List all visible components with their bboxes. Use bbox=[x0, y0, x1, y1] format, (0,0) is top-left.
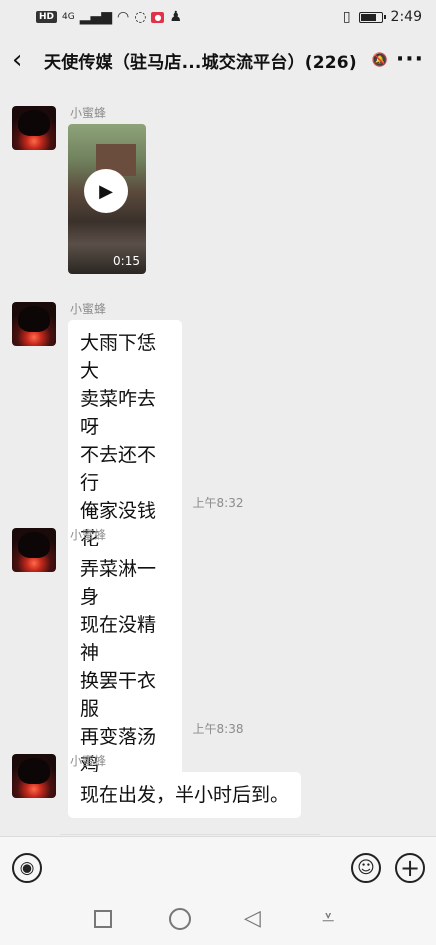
message-line: 大雨下恁大 bbox=[80, 332, 157, 382]
more-button[interactable]: ··· bbox=[396, 49, 424, 71]
recent-apps-icon[interactable] bbox=[94, 910, 112, 928]
message-line: 卖菜咋去呀 bbox=[80, 388, 157, 438]
sender-name: 小蜜蜂 bbox=[70, 528, 107, 542]
video-duration: 0:15 bbox=[113, 254, 140, 268]
message-line: 换罢干衣服 bbox=[80, 670, 157, 720]
chat-title: 天使传媒（驻马店...城交流平台）(226) bbox=[44, 52, 357, 73]
bell-muted-icon: 🔕 bbox=[371, 52, 388, 68]
avatar[interactable] bbox=[12, 754, 56, 798]
sender-name: 小蜜蜂 bbox=[70, 302, 107, 316]
sender-name: 小蜜蜂 bbox=[70, 106, 107, 120]
status-bar: HD 4G ▂▄▆ ◠ ◌ ● ♟ ▯ 2:49 bbox=[0, 0, 436, 34]
chevron-left-icon[interactable]: ‹ bbox=[12, 47, 38, 73]
message-line: 现在出发，半小时后到。 bbox=[80, 784, 290, 806]
system-nav-bar: ◁ ⩡ bbox=[0, 898, 436, 945]
plus-icon[interactable]: + bbox=[395, 853, 425, 883]
message-line: 现在没精神 bbox=[80, 614, 157, 664]
app-badge-icon: ● bbox=[151, 11, 165, 23]
message-line: 不去还不行 bbox=[80, 444, 157, 494]
avatar[interactable] bbox=[12, 302, 56, 346]
play-icon[interactable]: ▶ bbox=[84, 169, 128, 213]
chat-header: ‹ 天使传媒（驻马店...城交流平台）(226) 🔕 ··· bbox=[0, 38, 436, 82]
smile-icon[interactable]: ☺ bbox=[351, 853, 381, 883]
time-label: 上午8:38 bbox=[192, 722, 244, 736]
message-item: 小蜜蜂 现在出发，半小时后到。 bbox=[12, 754, 302, 818]
video-message[interactable]: ▶ 0:15 bbox=[68, 124, 146, 274]
home-icon[interactable] bbox=[169, 908, 191, 930]
sender-name: 小蜜蜂 bbox=[70, 754, 107, 768]
time-label: 上午8:32 bbox=[192, 496, 244, 510]
message-bubble[interactable]: 现在出发，半小时后到。 bbox=[68, 772, 302, 818]
qq-icon: ♟ bbox=[169, 9, 183, 25]
hd-indicator: HD bbox=[36, 11, 58, 23]
avatar[interactable] bbox=[12, 106, 56, 150]
message-item: 小蜜蜂 ▶ 0:15 bbox=[12, 106, 146, 274]
avatar[interactable] bbox=[12, 528, 56, 572]
network-indicator: 4G bbox=[62, 12, 75, 22]
signal-icon: ▂▄▆ bbox=[79, 9, 113, 25]
battery-icon bbox=[358, 11, 386, 23]
clock: 2:49 bbox=[390, 9, 422, 25]
collapse-icon[interactable]: ⩡ bbox=[322, 908, 334, 930]
input-bar: ◉ ☺ + bbox=[0, 836, 436, 898]
vibrate-icon: ▯ bbox=[342, 9, 351, 25]
chat-screen: HD 4G ▂▄▆ ◠ ◌ ● ♟ ▯ 2:49 ‹ 天使传媒（驻马店...城交… bbox=[0, 0, 436, 945]
message-line: 弄菜淋一身 bbox=[80, 558, 157, 608]
divider bbox=[60, 834, 320, 835]
wifi-icon: ◠ bbox=[117, 9, 130, 25]
voice-icon[interactable]: ◉ bbox=[12, 853, 42, 883]
sync-icon: ◌ bbox=[134, 9, 147, 25]
back-triangle-icon[interactable]: ◁ bbox=[244, 908, 261, 930]
